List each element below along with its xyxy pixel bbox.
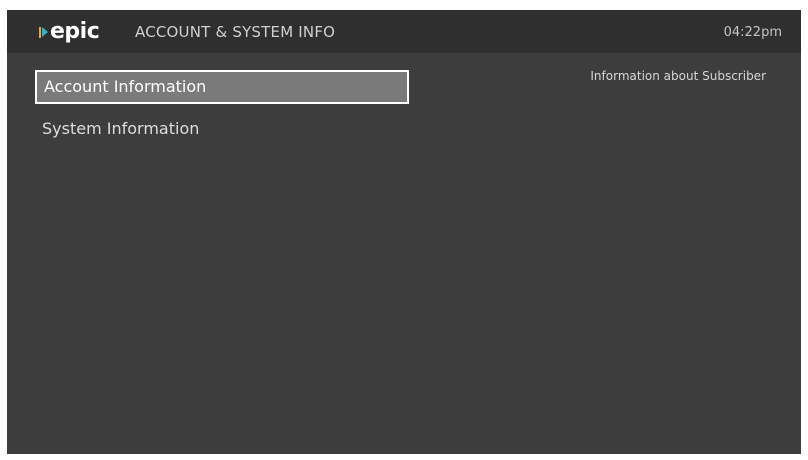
item-description: Information about Subscriber bbox=[590, 69, 766, 83]
header-bar: epic ACCOUNT & SYSTEM INFO 04:22pm bbox=[7, 10, 801, 53]
epic-logo: epic bbox=[39, 19, 100, 44]
app-screen: epic ACCOUNT & SYSTEM INFO 04:22pm Accou… bbox=[7, 10, 801, 454]
logo-text: epic bbox=[50, 19, 100, 44]
page-title: ACCOUNT & SYSTEM INFO bbox=[135, 23, 336, 41]
clock: 04:22pm bbox=[723, 25, 782, 40]
play-icon bbox=[39, 26, 48, 39]
menu-item-account-information[interactable]: Account Information bbox=[35, 70, 409, 104]
menu-item-system-information[interactable]: System Information bbox=[35, 119, 409, 139]
